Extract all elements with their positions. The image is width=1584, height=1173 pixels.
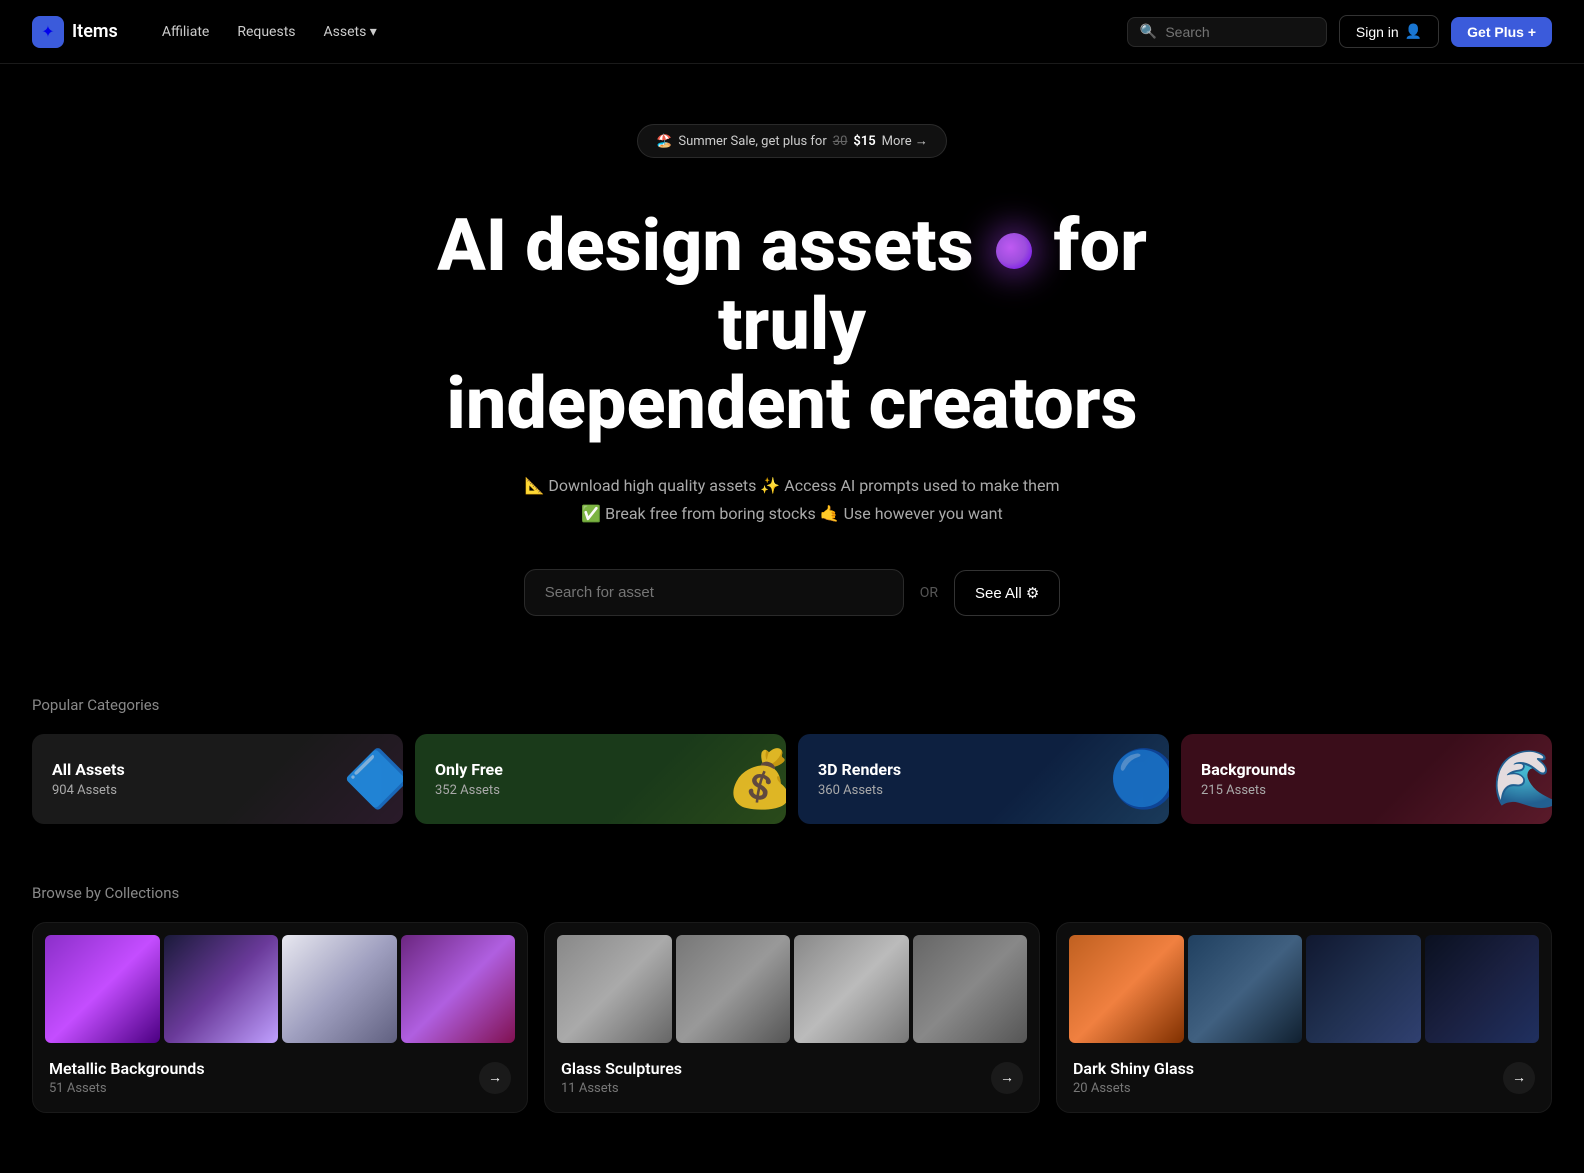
category-count-all: 904 Assets — [52, 783, 383, 798]
logo-text: Items — [72, 21, 118, 42]
collection-name-metallic: Metallic Backgrounds — [49, 1059, 205, 1078]
collection-images-dark-glass — [1057, 923, 1551, 1043]
category-count-free: 352 Assets — [435, 783, 766, 798]
collection-card-glass[interactable]: Glass Sculptures 11 Assets → — [544, 922, 1040, 1113]
category-deco-all: 🔷 — [343, 746, 403, 812]
hero-search-input[interactable] — [524, 569, 904, 616]
collection-img-metallic-4 — [401, 935, 516, 1043]
collection-img-dark-3 — [1306, 935, 1421, 1043]
nav-link-assets[interactable]: Assets ▾ — [312, 18, 389, 46]
popular-categories-section: Popular Categories All Assets 904 Assets… — [0, 696, 1584, 884]
category-name-all: All Assets — [52, 760, 383, 779]
collection-img-metallic-3 — [282, 935, 397, 1043]
collection-img-metallic-1 — [45, 935, 160, 1043]
collections-grid: Metallic Backgrounds 51 Assets → Glass S… — [32, 922, 1552, 1113]
category-deco-bg: 🌊 — [1492, 746, 1552, 812]
promo-more-link[interactable]: More → — [882, 133, 928, 149]
collection-img-glass-1 — [557, 935, 672, 1043]
collection-img-glass-2 — [676, 935, 791, 1043]
collection-name-glass: Glass Sculptures — [561, 1059, 682, 1078]
nav-link-requests[interactable]: Requests — [225, 18, 307, 46]
promo-emoji: 🏖️ — [656, 134, 672, 149]
collection-img-dark-1 — [1069, 935, 1184, 1043]
person-icon: 👤 — [1405, 23, 1422, 40]
hero-subtitle-line1: 📐 Download high quality assets ✨ Access … — [525, 476, 1060, 495]
collection-count-glass: 11 Assets — [561, 1081, 682, 1096]
hero-title-part1: AI design assets — [437, 203, 974, 288]
nav-right: 🔍 Sign in 👤 Get Plus + — [1127, 15, 1552, 48]
logo-icon: ✦ — [32, 16, 64, 48]
promo-old-price: 30 — [833, 134, 848, 149]
category-name-bg: Backgrounds — [1201, 760, 1532, 779]
getplus-button[interactable]: Get Plus + — [1451, 17, 1552, 47]
collections-title: Browse by Collections — [32, 884, 1552, 902]
collection-info-metallic: Metallic Backgrounds 51 Assets → — [33, 1043, 527, 1112]
hero-subtitle: 📐 Download high quality assets ✨ Access … — [525, 472, 1060, 530]
categories-grid: All Assets 904 Assets 🔷 Only Free 352 As… — [32, 734, 1552, 824]
collection-arrow-metallic[interactable]: → — [479, 1062, 511, 1094]
collection-info-glass: Glass Sculptures 11 Assets → — [545, 1043, 1039, 1112]
hero-section: 🏖️ Summer Sale, get plus for 30 $15 More… — [0, 64, 1584, 696]
collection-name-dark-glass: Dark Shiny Glass — [1073, 1059, 1194, 1078]
collection-card-metallic[interactable]: Metallic Backgrounds 51 Assets → — [32, 922, 528, 1113]
collection-img-dark-2 — [1188, 935, 1303, 1043]
category-count-bg: 215 Assets — [1201, 783, 1532, 798]
hero-orb — [996, 233, 1032, 269]
nav-search-input[interactable] — [1165, 24, 1314, 40]
collection-text-metallic: Metallic Backgrounds 51 Assets — [49, 1059, 205, 1096]
collection-img-glass-3 — [794, 935, 909, 1043]
collection-img-glass-4 — [913, 935, 1028, 1043]
search-icon: 🔍 — [1140, 24, 1157, 40]
popular-categories-title: Popular Categories — [32, 696, 1552, 714]
nav-links: Affiliate Requests Assets ▾ — [150, 18, 1127, 46]
collection-img-dark-4 — [1425, 935, 1540, 1043]
navbar: ✦ Items Affiliate Requests Assets ▾ 🔍 Si… — [0, 0, 1584, 64]
category-deco-3d: 🔵 — [1109, 746, 1169, 812]
collections-section: Browse by Collections Metallic Backgroun… — [0, 884, 1584, 1173]
category-card-3d-renders[interactable]: 3D Renders 360 Assets 🔵 — [798, 734, 1169, 824]
hero-title: AI design assets for truly independent c… — [392, 206, 1192, 444]
category-count-3d: 360 Assets — [818, 783, 1149, 798]
promo-new-price: $15 — [853, 134, 875, 149]
hero-subtitle-line2: ✅ Break free from boring stocks 🤙 Use ho… — [581, 504, 1003, 523]
category-card-all-assets[interactable]: All Assets 904 Assets 🔷 — [32, 734, 403, 824]
collection-images-glass — [545, 923, 1039, 1043]
hero-search-row: OR See All ⚙ — [524, 569, 1061, 616]
or-label: OR — [920, 585, 938, 601]
collection-count-dark-glass: 20 Assets — [1073, 1081, 1194, 1096]
signin-button[interactable]: Sign in 👤 — [1339, 15, 1439, 48]
collection-text-glass: Glass Sculptures 11 Assets — [561, 1059, 682, 1096]
nav-search-bar[interactable]: 🔍 — [1127, 17, 1327, 47]
category-name-free: Only Free — [435, 760, 766, 779]
collection-arrow-glass[interactable]: → — [991, 1062, 1023, 1094]
see-all-button[interactable]: See All ⚙ — [954, 570, 1060, 616]
collection-info-dark-glass: Dark Shiny Glass 20 Assets → — [1057, 1043, 1551, 1112]
promo-banner[interactable]: 🏖️ Summer Sale, get plus for 30 $15 More… — [637, 124, 947, 158]
collection-images-metallic — [33, 923, 527, 1043]
logo[interactable]: ✦ Items — [32, 16, 118, 48]
category-name-3d: 3D Renders — [818, 760, 1149, 779]
promo-text: Summer Sale, get plus for — [678, 134, 826, 149]
category-deco-free: 💰 — [726, 746, 786, 812]
collection-card-dark-glass[interactable]: Dark Shiny Glass 20 Assets → — [1056, 922, 1552, 1113]
collection-img-metallic-2 — [164, 935, 279, 1043]
nav-link-affiliate[interactable]: Affiliate — [150, 18, 222, 46]
category-card-backgrounds[interactable]: Backgrounds 215 Assets 🌊 — [1181, 734, 1552, 824]
category-card-only-free[interactable]: Only Free 352 Assets 💰 — [415, 734, 786, 824]
collection-text-dark-glass: Dark Shiny Glass 20 Assets — [1073, 1059, 1194, 1096]
collection-arrow-dark-glass[interactable]: → — [1503, 1062, 1535, 1094]
collection-count-metallic: 51 Assets — [49, 1081, 205, 1096]
hero-title-part3: independent creators — [446, 361, 1137, 446]
